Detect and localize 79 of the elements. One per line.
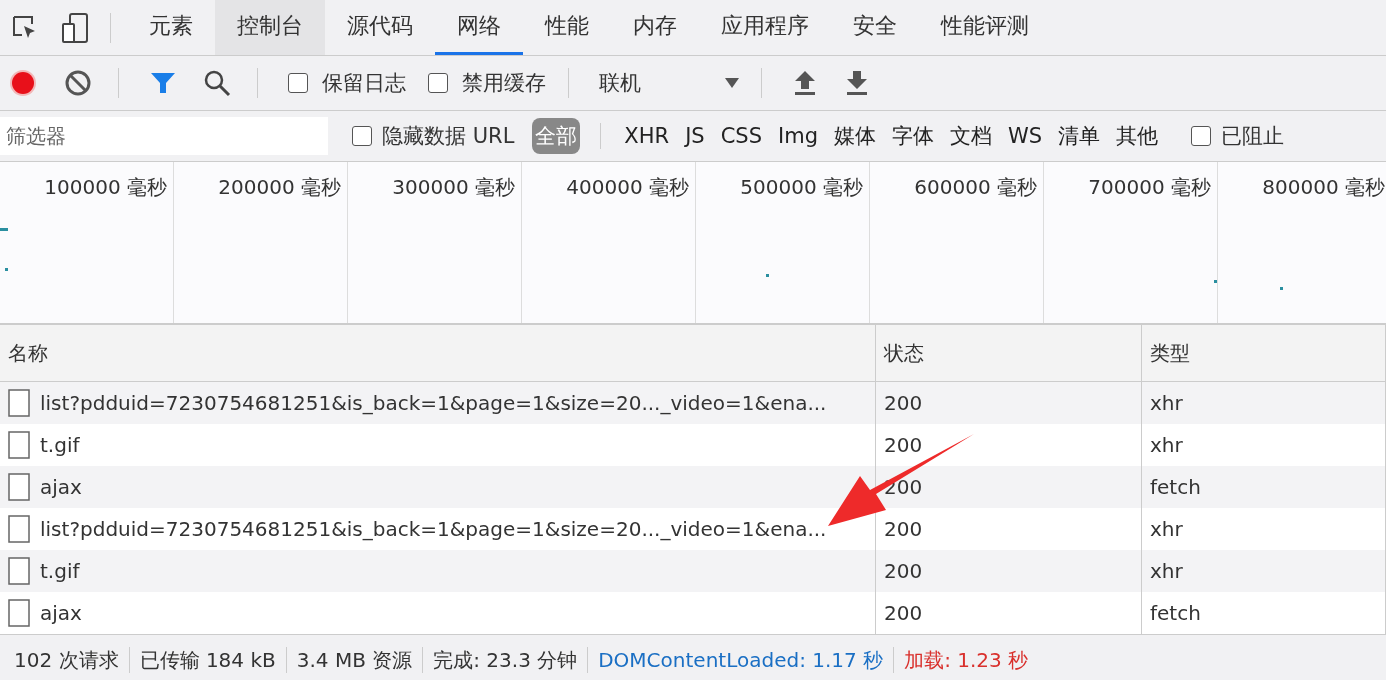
type-filter-button[interactable]: WS [1004, 120, 1046, 152]
record-icon[interactable] [8, 68, 38, 98]
table-cell: fetch [1142, 466, 1386, 508]
request-name[interactable]: ajax [40, 475, 82, 499]
checkbox[interactable] [428, 73, 448, 93]
table-cell: fetch [1142, 592, 1386, 634]
timeline-tick-label: 600000 毫秒 [914, 174, 1037, 200]
status-text: 完成: 23.3 分钟 [433, 646, 578, 674]
timeline-tick-label: 300000 毫秒 [392, 174, 515, 200]
panel-tab[interactable]: 性能评测 [919, 0, 1051, 55]
table-cell: 200 [876, 382, 1142, 424]
status-text: 102 次请求 [14, 646, 119, 674]
clear-icon[interactable] [64, 69, 92, 97]
panel-tab[interactable]: 控制台 [215, 0, 325, 55]
type-filter-button[interactable]: Img [775, 120, 821, 152]
checkbox-label: 保留日志 [322, 70, 406, 97]
type-filter-button[interactable]: JS [682, 120, 708, 152]
file-icon [8, 599, 30, 627]
file-icon [8, 473, 30, 501]
file-icon [8, 557, 30, 585]
type-filter-button[interactable]: 字体 [888, 118, 937, 154]
status-text: 加载: 1.23 秒 [904, 646, 1029, 674]
request-name[interactable]: t.gif [40, 433, 80, 457]
table-cell: xhr [1142, 550, 1386, 592]
caret-icon [725, 77, 739, 89]
panel-tab[interactable]: 内存 [611, 0, 699, 55]
type-filter-button[interactable]: XHR [621, 120, 673, 152]
request-bar [0, 228, 8, 231]
throttling-dropdown[interactable]: 联机 [599, 69, 739, 97]
timeline-tick-label: 100000 毫秒 [44, 174, 167, 200]
file-icon [8, 515, 30, 543]
search-icon[interactable] [203, 69, 231, 97]
type-filter-button[interactable]: 文档 [946, 118, 995, 154]
file-icon [8, 389, 30, 417]
filter-icon[interactable] [149, 70, 177, 96]
request-bar [1280, 287, 1283, 290]
download-icon[interactable] [844, 69, 870, 97]
checkbox-label: 已阻止 [1221, 123, 1285, 150]
column-header[interactable]: 状态 [876, 325, 1142, 381]
timeline-tick-label: 700000 毫秒 [1088, 174, 1211, 200]
type-filter-button[interactable]: 全部 [532, 118, 581, 154]
timeline-tick-label: 500000 毫秒 [740, 174, 863, 200]
panel-tab[interactable]: 安全 [831, 0, 919, 55]
upload-icon[interactable] [792, 69, 818, 97]
status-text: 已传输 184 kB [139, 646, 276, 674]
status-text: DOMContentLoaded: 1.17 秒 [598, 646, 884, 674]
panel-tab[interactable]: 性能 [523, 0, 611, 55]
request-name[interactable]: t.gif [40, 559, 80, 583]
panel-tab[interactable]: 应用程序 [699, 0, 831, 55]
request-name[interactable]: ajax [40, 601, 82, 625]
checkbox[interactable] [1191, 126, 1212, 146]
file-icon [8, 431, 30, 459]
device-icon[interactable] [60, 11, 90, 44]
table-cell: 200 [876, 592, 1142, 634]
checkbox-label: 禁用缓存 [462, 70, 546, 97]
column-header[interactable]: 类型 [1142, 325, 1386, 381]
type-filter-button[interactable]: CSS [717, 120, 765, 152]
request-bar [5, 268, 8, 271]
timeline-tick-label: 800000 毫秒 [1262, 174, 1385, 200]
checkbox-label: 隐藏数据 URL [382, 123, 515, 150]
table-cell: xhr [1142, 382, 1386, 424]
column-header[interactable]: 名称 [0, 325, 876, 381]
type-filter-button[interactable]: 媒体 [830, 118, 879, 154]
request-name[interactable]: list?pdduid=7230754681251&is_back=1&page=1&size=20..._video=1&ena... [40, 391, 827, 415]
panel-tab[interactable]: 网络 [435, 0, 523, 55]
panel-tab[interactable]: 元素 [127, 0, 215, 55]
checkbox[interactable] [352, 126, 372, 146]
request-name[interactable]: list?pdduid=7230754681251&is_back=1&page=1&size=20..._video=1&ena... [40, 517, 827, 541]
filter-field[interactable]: 筛选器 [0, 117, 328, 155]
timeline-tick-label: 200000 毫秒 [218, 174, 341, 200]
table-cell: 200 [876, 550, 1142, 592]
timeline-tick-label: 400000 毫秒 [566, 174, 689, 200]
request-bar [1214, 280, 1217, 283]
status-text: 3.4 MB 资源 [296, 646, 413, 674]
request-bar [766, 274, 769, 277]
type-filter-button[interactable]: 其他 [1113, 118, 1162, 154]
panel-tab[interactable]: 源代码 [325, 0, 435, 55]
type-filter-button[interactable]: 清单 [1055, 118, 1104, 154]
checkbox[interactable] [288, 73, 308, 93]
